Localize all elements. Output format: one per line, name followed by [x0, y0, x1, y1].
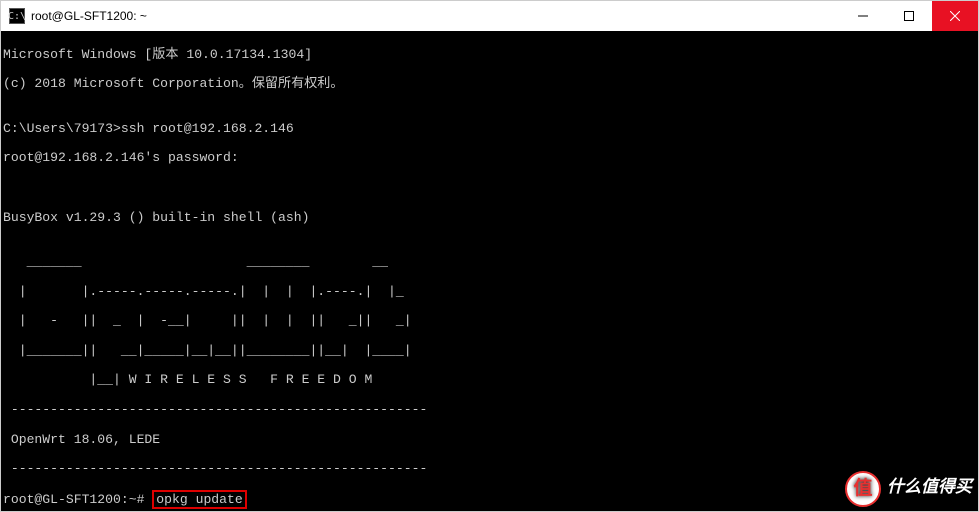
terminal-line: (c) 2018 Microsoft Corporation。保留所有权利。: [3, 77, 976, 92]
terminal-window: C:\ root@GL-SFT1200: ~ Microsoft Windows…: [0, 0, 979, 512]
terminal-line: OpenWrt 18.06, LEDE: [3, 433, 976, 448]
prompt-line: root@GL-SFT1200:~# opkg update: [3, 492, 976, 508]
close-button[interactable]: [932, 1, 978, 31]
terminal-line: BusyBox v1.29.3 () built-in shell (ash): [3, 211, 976, 226]
ascii-art: |__| W I R E L E S S F R E E D O M: [3, 373, 976, 388]
terminal-line: root@192.168.2.146's password:: [3, 151, 976, 166]
terminal-line: C:\Users\79173>ssh root@192.168.2.146: [3, 122, 976, 137]
ascii-art: |_______|| __|_____|__|__||________||__|…: [3, 344, 976, 359]
maximize-icon: [904, 11, 914, 21]
ascii-art: | |.-----.-----.-----.| | | |.----.| |_: [3, 285, 976, 300]
terminal-body[interactable]: Microsoft Windows [版本 10.0.17134.1304] (…: [1, 31, 978, 511]
window-controls: [840, 1, 978, 31]
terminal-line: Microsoft Windows [版本 10.0.17134.1304]: [3, 48, 976, 63]
maximize-button[interactable]: [886, 1, 932, 31]
watermark-badge-icon: 值: [845, 471, 881, 507]
watermark-text: 什么值得买: [887, 482, 972, 497]
ascii-art: | - || _ | -__| || | | || _|| _|: [3, 314, 976, 329]
minimize-icon: [858, 11, 868, 21]
minimize-button[interactable]: [840, 1, 886, 31]
terminal-line: ----------------------------------------…: [3, 462, 976, 477]
ascii-art: _______ ________ __: [3, 255, 976, 270]
app-icon: C:\: [9, 8, 25, 24]
window-title: root@GL-SFT1200: ~: [31, 9, 840, 23]
terminal-line: ----------------------------------------…: [3, 403, 976, 418]
titlebar[interactable]: C:\ root@GL-SFT1200: ~: [1, 1, 978, 31]
watermark: 值 什么值得买: [845, 471, 972, 507]
highlighted-command: opkg update: [152, 490, 246, 509]
close-icon: [950, 11, 960, 21]
